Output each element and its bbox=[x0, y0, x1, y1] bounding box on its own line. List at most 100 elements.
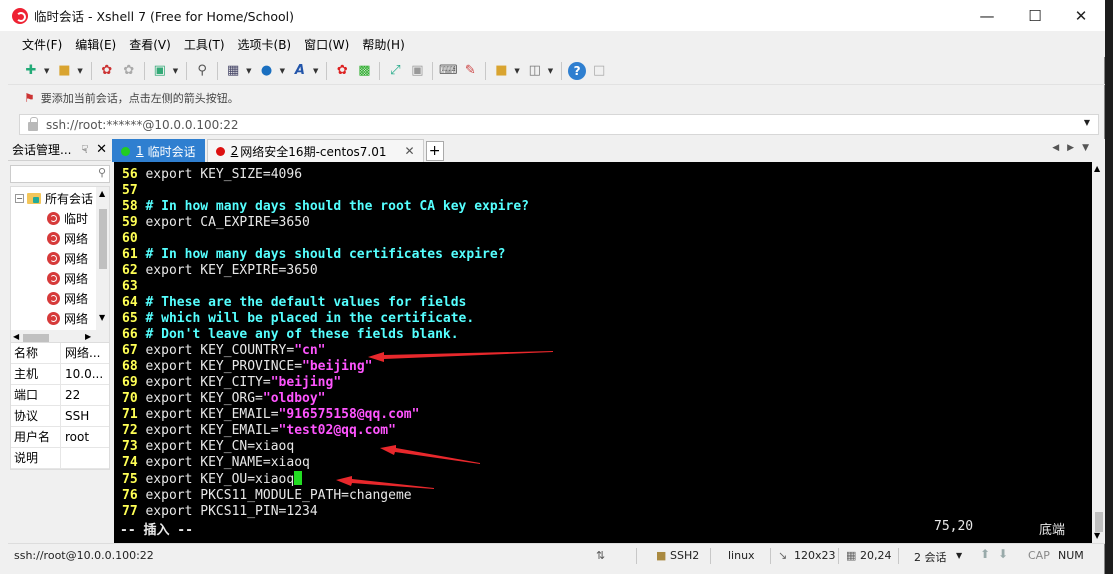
open-folder-icon[interactable]: ■ bbox=[55, 62, 73, 80]
chevron-down-icon[interactable]: ▼ bbox=[280, 67, 285, 75]
chevron-down-icon[interactable]: ▼ bbox=[548, 67, 553, 75]
xftp-icon[interactable]: ✿ bbox=[333, 62, 351, 80]
scroll-thumb[interactable] bbox=[1095, 512, 1103, 532]
tab-bar: 1 临时会话 2 网络安全16期-centos7.01 ✕ + ◀▶▼ bbox=[112, 139, 1105, 162]
menu-bar: 文件(F) 编辑(E) 查看(V) 工具(T) 选项卡(B) 窗口(W) 帮助(… bbox=[8, 31, 1105, 57]
chevron-down-icon[interactable]: ▼ bbox=[173, 67, 178, 75]
line-number: 66 bbox=[122, 327, 146, 342]
chevron-down-icon[interactable]: ▼ bbox=[1082, 143, 1097, 153]
menu-view[interactable]: 查看(V) bbox=[129, 36, 171, 53]
scroll-down-icon[interactable]: ▼ bbox=[99, 313, 105, 322]
new-session-icon[interactable]: ✚ bbox=[22, 62, 40, 80]
fullscreen-icon[interactable]: ⤢ bbox=[386, 62, 404, 80]
terminal-line: 66 # Don't leave any of these fields bla… bbox=[122, 327, 529, 343]
chevron-right-icon[interactable]: ▶ bbox=[1067, 143, 1082, 153]
reconnect-icon[interactable]: ▣ bbox=[151, 62, 169, 80]
chevron-down-icon[interactable]: ▼ bbox=[514, 67, 519, 75]
highlight-icon[interactable]: ✎ bbox=[461, 62, 479, 80]
close-button[interactable]: ✕ bbox=[1058, 0, 1104, 31]
chevron-down-icon[interactable]: ▼ bbox=[44, 67, 49, 75]
keyboard-icon[interactable]: ⌨ bbox=[439, 62, 458, 80]
code-text: export KEY_NAME=xiaoq bbox=[145, 455, 310, 470]
address-text: ssh://root:******@10.0.0.100:22 bbox=[46, 117, 239, 132]
tree-item-all-sessions[interactable]: − 所有会话 bbox=[15, 188, 93, 208]
close-tab-icon[interactable]: ✕ bbox=[405, 144, 415, 158]
menu-file[interactable]: 文件(F) bbox=[22, 36, 62, 53]
terminal-scrollbar[interactable]: ▲ ▼ bbox=[1092, 162, 1105, 543]
comment-text: # which will be placed in the certificat… bbox=[145, 311, 475, 326]
menu-window[interactable]: 窗口(W) bbox=[304, 36, 349, 53]
window-title: 临时会话 - Xshell 7 (Free for Home/School) bbox=[34, 9, 295, 24]
font-icon[interactable]: A bbox=[291, 62, 309, 80]
transfer-icon[interactable]: ⇅ bbox=[596, 549, 605, 562]
chevron-down-icon[interactable]: ▼ bbox=[246, 67, 251, 75]
collapse-icon[interactable]: − bbox=[15, 193, 24, 203]
terminal-line: 70 export KEY_ORG="oldboy" bbox=[122, 391, 529, 407]
bookmark-icon[interactable]: ⚑ bbox=[24, 91, 35, 105]
line-number: 57 bbox=[122, 183, 146, 198]
menu-tabs[interactable]: 选项卡(B) bbox=[238, 36, 292, 53]
terminal-line: 72 export KEY_EMAIL="test02@qq.com" bbox=[122, 423, 529, 439]
search-icon[interactable]: ⚲ bbox=[193, 62, 211, 80]
scroll-down-icon[interactable]: ▼ bbox=[1094, 531, 1100, 540]
chevron-down-icon[interactable]: ▼ bbox=[77, 67, 82, 75]
code-text: export KEY_CN=xiaoq bbox=[145, 439, 295, 454]
minimize-button[interactable]: — bbox=[964, 0, 1010, 31]
code-text: export KEY_SIZE=4096 bbox=[145, 167, 303, 182]
code-text: export KEY_COUNTRY= bbox=[145, 343, 295, 358]
session-search-input[interactable]: ⚲ bbox=[10, 165, 110, 183]
code-text: export CA_EXPIRE=3650 bbox=[145, 215, 310, 230]
line-number: 60 bbox=[122, 231, 146, 246]
tab-session-2[interactable]: 2 网络安全16期-centos7.01 ✕ bbox=[206, 139, 424, 162]
tree-item-session[interactable]: 临时 bbox=[47, 208, 88, 228]
session-manager-panel: 会话管理... ☟ ✕ ⚲ − 所有会话 临时 网络 网络 网络 网络 网络 ▲… bbox=[8, 139, 111, 543]
window-layout-icon[interactable]: ◫ bbox=[526, 62, 544, 80]
arrow-down-icon[interactable]: ⬇ bbox=[998, 547, 1008, 561]
chevron-down-icon[interactable]: ▼ bbox=[956, 551, 962, 560]
chat-icon[interactable]: □ bbox=[590, 62, 608, 80]
arrow-up-icon[interactable]: ⬆ bbox=[980, 547, 990, 561]
maximize-button[interactable]: ☐ bbox=[1012, 0, 1058, 31]
scroll-thumb[interactable] bbox=[23, 334, 49, 342]
tab-navigation[interactable]: ◀▶▼ bbox=[1052, 143, 1097, 153]
layout-icon[interactable]: ▦ bbox=[224, 62, 242, 80]
scroll-left-icon[interactable]: ◀ bbox=[13, 332, 19, 341]
scroll-right-icon[interactable]: ▶ bbox=[85, 332, 91, 341]
terminal-line: 59 export CA_EXPIRE=3650 bbox=[122, 215, 529, 231]
tree-item-session[interactable]: 网络 bbox=[47, 228, 88, 248]
tree-item-session[interactable]: 网络 bbox=[47, 268, 88, 288]
chevron-left-icon[interactable]: ◀ bbox=[1052, 143, 1067, 153]
close-icon[interactable]: ✕ bbox=[96, 142, 107, 157]
help-icon[interactable]: ? bbox=[568, 61, 587, 80]
status-sessions: 2 会话 bbox=[914, 551, 947, 564]
address-field[interactable]: ssh://root:******@10.0.0.100:22 ▼ bbox=[19, 114, 1099, 135]
menu-tools[interactable]: 工具(T) bbox=[184, 36, 225, 53]
terminal[interactable]: 56 export KEY_SIZE=4096 57 58 # In how ma… bbox=[114, 162, 1092, 543]
hint-text: 要添加当前会话，点击左侧的箭头按钮。 bbox=[40, 92, 239, 105]
scroll-up-icon[interactable]: ▲ bbox=[99, 189, 105, 198]
menu-help[interactable]: 帮助(H) bbox=[362, 36, 404, 53]
pin-icon[interactable]: ☟ bbox=[81, 143, 88, 156]
code-text: export KEY_EMAIL= bbox=[145, 407, 279, 422]
lock-icon[interactable]: ▣ bbox=[408, 62, 426, 80]
chevron-down-icon[interactable]: ▼ bbox=[313, 67, 318, 75]
menu-edit[interactable]: 编辑(E) bbox=[75, 36, 116, 53]
connect-icon[interactable]: ✿ bbox=[98, 62, 116, 80]
scroll-thumb[interactable] bbox=[99, 209, 107, 269]
code-text: export KEY_PROVINCE= bbox=[145, 359, 303, 374]
disconnect-icon[interactable]: ✿ bbox=[120, 62, 138, 80]
terminal-line: 62 export KEY_EXPIRE=3650 bbox=[122, 263, 529, 279]
scroll-up-icon[interactable]: ▲ bbox=[1094, 164, 1100, 173]
tree-item-session[interactable]: 网络 bbox=[47, 308, 88, 328]
code-text: export KEY_OU=xiaoq bbox=[145, 472, 295, 487]
tree-item-session[interactable]: 网络 bbox=[47, 288, 88, 308]
tab-session-1[interactable]: 1 临时会话 bbox=[112, 139, 205, 162]
text-cursor bbox=[294, 471, 303, 485]
chevron-down-icon[interactable]: ▼ bbox=[1084, 118, 1090, 127]
new-tab-button[interactable]: + bbox=[425, 141, 444, 161]
xagent-icon[interactable]: ▩ bbox=[355, 62, 373, 80]
add-session-icon[interactable]: ■ bbox=[492, 62, 510, 80]
tree-vertical-scrollbar[interactable]: ▲ ▼ bbox=[96, 187, 109, 345]
tree-item-session[interactable]: 网络 bbox=[47, 248, 88, 268]
globe-icon[interactable]: ● bbox=[258, 62, 276, 80]
